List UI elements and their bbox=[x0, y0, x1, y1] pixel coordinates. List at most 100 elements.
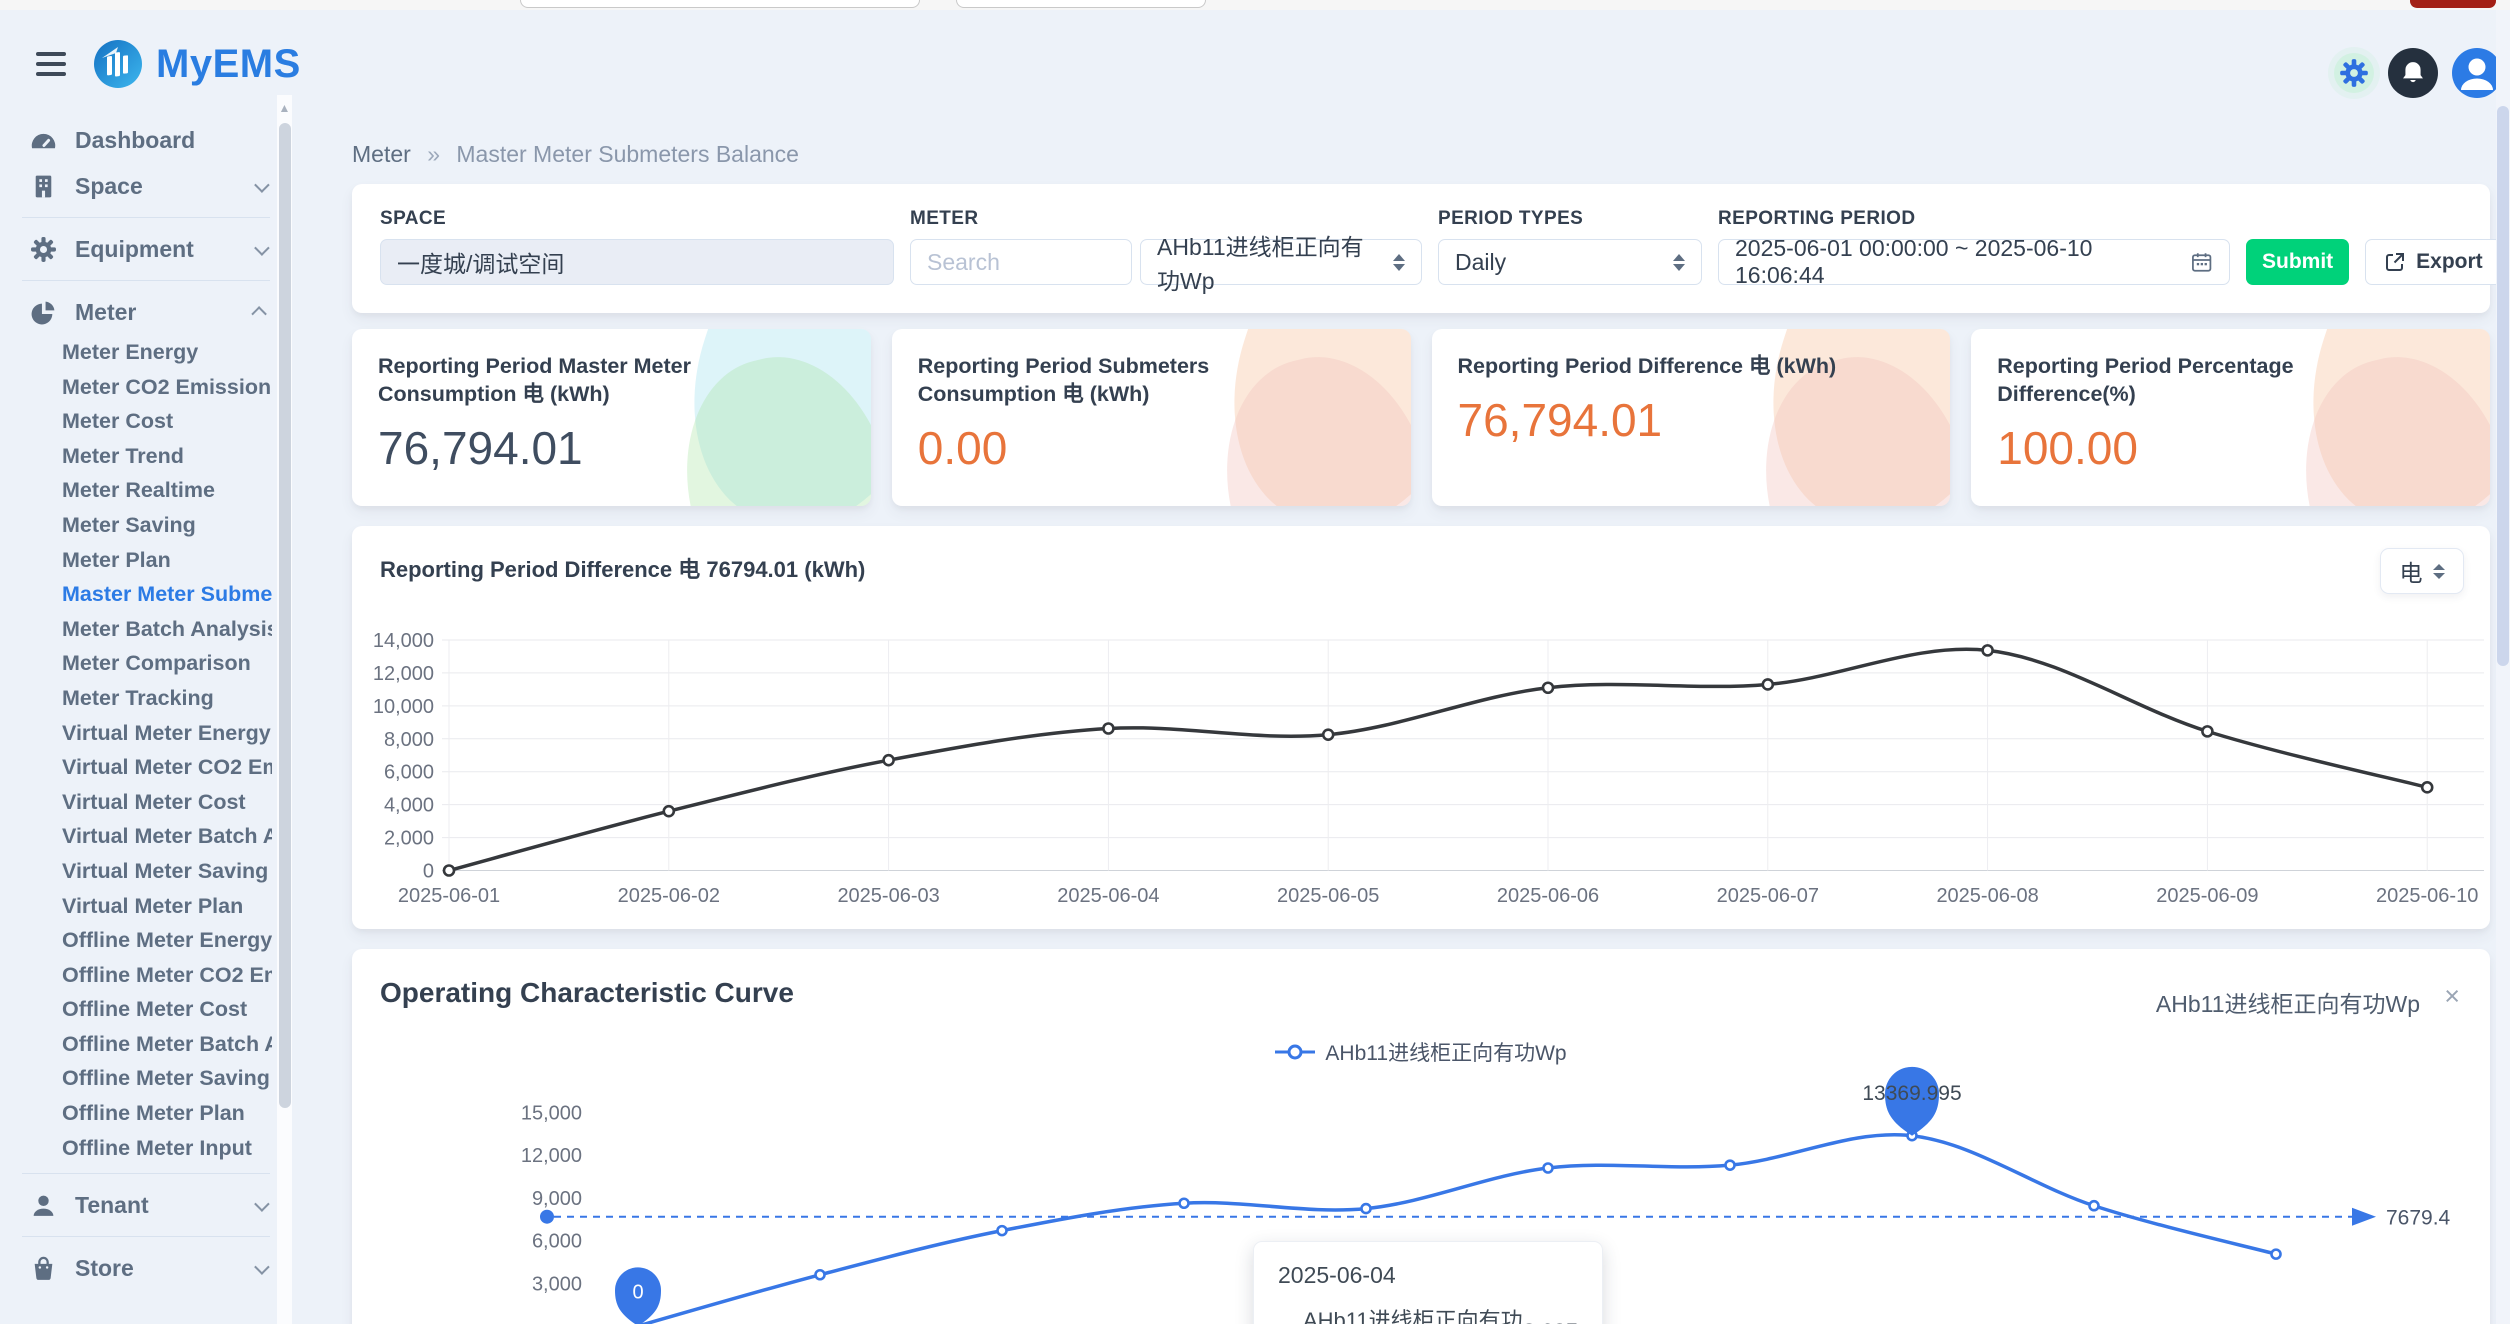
sidebar-item-virtual-meter-plan[interactable]: Virtual Meter Plan bbox=[0, 889, 272, 924]
export-label: Export bbox=[2416, 250, 2483, 274]
sidebar-item-equipment[interactable]: Equipment bbox=[0, 226, 292, 272]
export-button[interactable]: Export bbox=[2365, 239, 2502, 285]
y-tick-label: 8,000 bbox=[384, 729, 434, 751]
sidebar-scrollbar-thumb[interactable] bbox=[279, 123, 291, 1108]
chevron-down-icon bbox=[254, 177, 270, 193]
gauge-icon bbox=[30, 127, 57, 154]
meter-search-input[interactable]: Search bbox=[910, 239, 1132, 285]
sidebar-item-meter-comparison[interactable]: Meter Comparison bbox=[0, 646, 272, 681]
breadcrumb-separator: » bbox=[427, 141, 440, 167]
sidebar-item-offline-meter-energy[interactable]: Offline Meter Energy bbox=[0, 923, 272, 958]
browser-chrome-strip bbox=[0, 0, 2510, 10]
sidebar-item-offline-meter-plan[interactable]: Offline Meter Plan bbox=[0, 1096, 272, 1131]
sidebar-item-meter-cost[interactable]: Meter Cost bbox=[0, 404, 272, 439]
browser-field-artifact bbox=[520, 0, 920, 8]
stat-card-3: Reporting Period Percentage Difference(%… bbox=[1971, 329, 2490, 506]
sidebar-item-store[interactable]: Store bbox=[0, 1245, 292, 1291]
sidebar-item-meter-realtime[interactable]: Meter Realtime bbox=[0, 473, 272, 508]
sidebar-item-offline-meter-cost[interactable]: Offline Meter Cost bbox=[0, 992, 272, 1027]
submit-button[interactable]: Submit bbox=[2246, 239, 2349, 285]
stat-card-title: Reporting Period Submeters Consumption 电… bbox=[918, 353, 1338, 409]
user-avatar[interactable] bbox=[2452, 48, 2502, 98]
meter-submenu: Meter EnergyMeter CO2 EmissionsMeter Cos… bbox=[0, 335, 292, 1165]
sidebar-item-meter-energy[interactable]: Meter Energy bbox=[0, 335, 272, 370]
data-point bbox=[998, 1226, 1007, 1235]
sidebar-item-dashboard[interactable]: Dashboard bbox=[0, 117, 292, 163]
difference-line-chart[interactable]: 02,0004,0006,0008,00010,00012,00014,0002… bbox=[352, 621, 2492, 921]
sidebar-item-master-meter-submeters-balance[interactable]: Master Meter Submeters Balance bbox=[0, 577, 272, 612]
meter-select[interactable]: AHb11进线柜正向有功Wp bbox=[1140, 239, 1422, 285]
avg-line-arrow bbox=[2352, 1208, 2376, 1226]
sidebar-scrollbar[interactable]: ▲ bbox=[277, 95, 292, 1324]
period-type-select[interactable]: Daily bbox=[1438, 239, 1702, 285]
stat-card-title: Reporting Period Difference 电 (kWh) bbox=[1458, 353, 1878, 381]
x-tick-label: 2025-06-01 bbox=[398, 885, 500, 907]
y-tick-label: 12,000 bbox=[521, 1145, 582, 1167]
sidebar-item-label: Store bbox=[75, 1255, 237, 1282]
select-arrows-icon bbox=[2433, 564, 2445, 579]
stat-card-1: Reporting Period Submeters Consumption 电… bbox=[892, 329, 1411, 506]
settings-gear-icon[interactable] bbox=[2334, 53, 2374, 93]
hamburger-menu-icon[interactable] bbox=[36, 52, 66, 76]
stat-card-value: 76,794.01 bbox=[378, 421, 845, 475]
sidebar-item-tenant[interactable]: Tenant bbox=[0, 1182, 292, 1228]
breadcrumb-current: Master Meter Submeters Balance bbox=[456, 141, 799, 167]
sidebar-item-offline-meter-batch-analysis[interactable]: Offline Meter Batch Analysis bbox=[0, 1027, 272, 1062]
close-icon[interactable]: × bbox=[2444, 981, 2460, 1012]
chart-legend[interactable]: AHb11进线柜正向有功Wp bbox=[352, 1037, 2490, 1067]
operating-curve-title: Operating Characteristic Curve bbox=[380, 977, 794, 1009]
browser-button-artifact bbox=[2410, 0, 2496, 8]
y-tick-label: 15,000 bbox=[521, 1103, 582, 1125]
y-tick-label: 2,000 bbox=[384, 828, 434, 850]
notifications-bell-icon[interactable] bbox=[2388, 48, 2438, 98]
sidebar-item-space[interactable]: Space bbox=[0, 163, 292, 209]
data-point bbox=[2090, 1201, 2099, 1210]
sidebar-item-virtual-meter-co2-emissions[interactable]: Virtual Meter CO2 Emissions bbox=[0, 750, 272, 785]
sidebar-item-virtual-meter-saving[interactable]: Virtual Meter Saving bbox=[0, 854, 272, 889]
myems-app: MyEMS bbox=[0, 10, 2510, 1324]
data-point bbox=[1103, 723, 1113, 733]
operating-curve-panel: Operating Characteristic Curve AHb11进线柜正… bbox=[352, 949, 2490, 1324]
y-tick-label: 0 bbox=[423, 861, 434, 883]
sidebar-item-meter-batch-analysis[interactable]: Meter Batch Analysis bbox=[0, 612, 272, 647]
data-point bbox=[1362, 1204, 1371, 1213]
gear-icon bbox=[30, 236, 57, 263]
main-content: Meter » Master Meter Submeters Balance S… bbox=[340, 95, 2510, 1324]
sidebar-divider bbox=[22, 1173, 270, 1174]
sidebar-item-meter-tracking[interactable]: Meter Tracking bbox=[0, 681, 272, 716]
y-tick-label: 14,000 bbox=[373, 630, 434, 652]
sidebar-item-meter[interactable]: Meter bbox=[0, 289, 292, 335]
chevron-down-icon bbox=[254, 1259, 270, 1275]
x-tick-label: 2025-06-06 bbox=[1497, 885, 1599, 907]
breadcrumb-parent[interactable]: Meter bbox=[352, 141, 411, 167]
sidebar-item-meter-co2-emissions[interactable]: Meter CO2 Emissions bbox=[0, 370, 272, 405]
data-point bbox=[816, 1270, 825, 1279]
page-scrollbar-thumb[interactable] bbox=[2497, 106, 2509, 666]
reporting-period-input[interactable]: 2025-06-01 00:00:00 ~ 2025-06-10 16:06:4… bbox=[1718, 239, 2230, 285]
select-arrows-icon bbox=[1393, 254, 1405, 271]
person-icon bbox=[30, 1192, 57, 1219]
sidebar-item-virtual-meter-batch-analysis[interactable]: Virtual Meter Batch Analysis bbox=[0, 819, 272, 854]
sidebar-item-meter-plan[interactable]: Meter Plan bbox=[0, 543, 272, 578]
sidebar-item-offline-meter-co2-emissions[interactable]: Offline Meter CO2 Emissions bbox=[0, 958, 272, 993]
sidebar-item-offline-meter-saving[interactable]: Offline Meter Saving bbox=[0, 1061, 272, 1096]
sidebar-item-virtual-meter-energy[interactable]: Virtual Meter Energy bbox=[0, 716, 272, 751]
sidebar-item-virtual-meter-cost[interactable]: Virtual Meter Cost bbox=[0, 785, 272, 820]
stat-card-title: Reporting Period Percentage Difference(%… bbox=[1997, 353, 2417, 409]
page-scrollbar[interactable] bbox=[2496, 10, 2510, 1324]
pie-chart-icon bbox=[30, 299, 57, 326]
sidebar-item-offline-meter-input[interactable]: Offline Meter Input bbox=[0, 1131, 272, 1166]
top-bar: MyEMS bbox=[0, 10, 2510, 95]
browser-field-artifact bbox=[956, 0, 1206, 8]
energy-unit-select[interactable]: 电 bbox=[2380, 548, 2464, 594]
x-tick-label: 2025-06-03 bbox=[837, 885, 939, 907]
brand[interactable]: MyEMS bbox=[92, 38, 301, 90]
space-input[interactable]: 一度城/调试空间 bbox=[380, 239, 894, 285]
max-value-label: 13369.995 bbox=[1862, 1082, 1961, 1105]
sidebar-item-label: Meter bbox=[75, 299, 237, 326]
unit-selected-value: 电 bbox=[2400, 554, 2423, 588]
sidebar-item-meter-trend[interactable]: Meter Trend bbox=[0, 439, 272, 474]
sidebar-item-meter-saving[interactable]: Meter Saving bbox=[0, 508, 272, 543]
scroll-up-arrow-icon[interactable]: ▲ bbox=[278, 101, 291, 115]
meter-label: METER bbox=[910, 208, 1422, 230]
